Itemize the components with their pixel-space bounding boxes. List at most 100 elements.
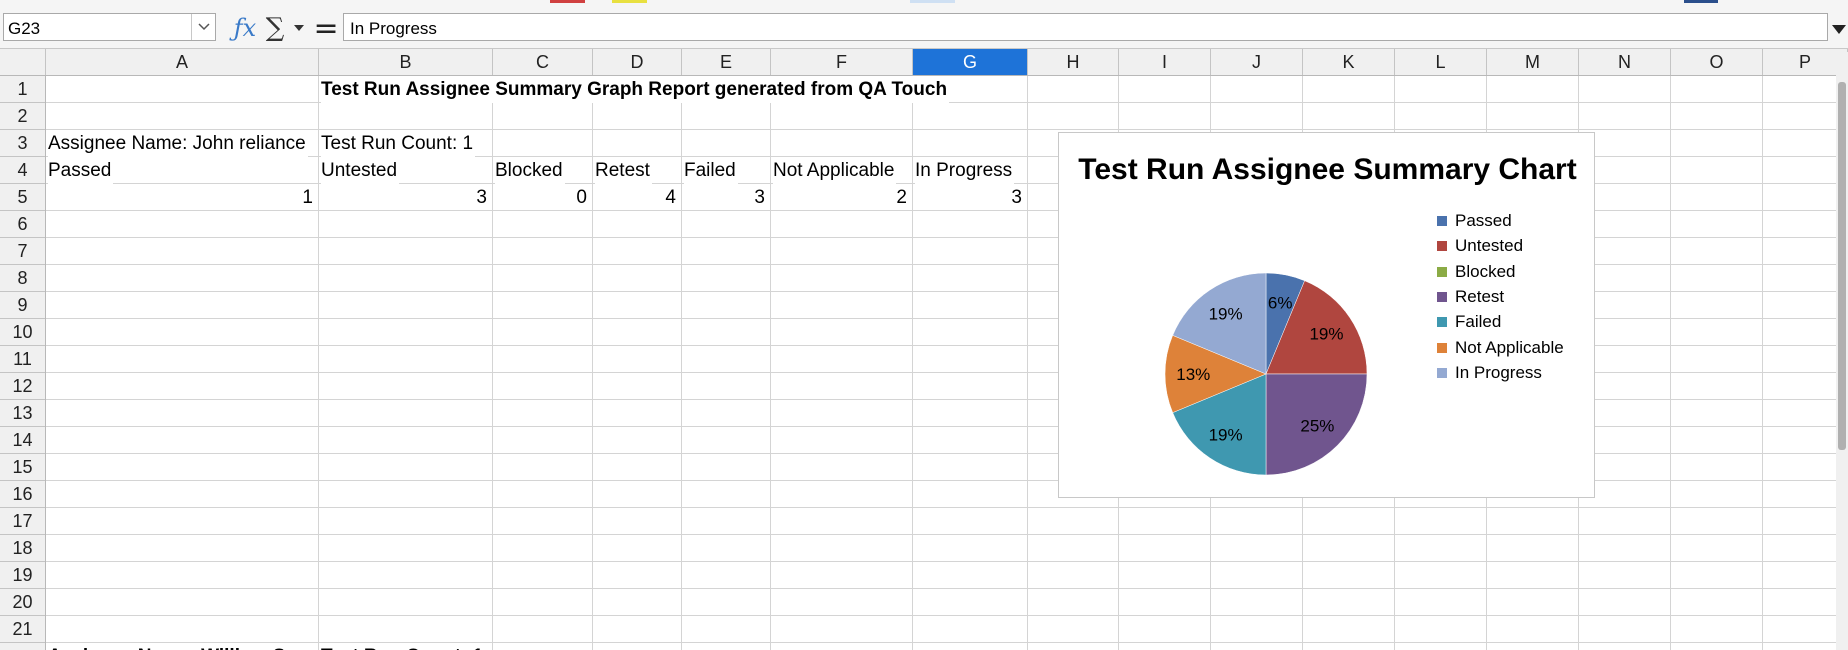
legend-swatch [1437, 216, 1447, 226]
grid-column-line [318, 76, 319, 650]
column-header-F[interactable]: F [771, 49, 913, 75]
grid-column-line [1670, 76, 1671, 650]
cell-B1[interactable]: Test Run Assignee Summary Graph Report g… [321, 76, 950, 103]
row-header-17[interactable]: 17 [0, 508, 45, 535]
toolbar-color-yellow [612, 0, 647, 3]
row-header-18[interactable]: 18 [0, 535, 45, 562]
cell-C4[interactable]: Blocked [495, 157, 565, 184]
name-box[interactable]: G23 [3, 13, 216, 41]
row-header-1[interactable]: 1 [0, 76, 45, 103]
cell-F4[interactable]: Not Applicable [773, 157, 897, 184]
cell-B22[interactable]: Test Run Count: 1 [321, 643, 486, 650]
grid-row-line [46, 561, 1848, 562]
cell-A22[interactable]: Assignee Name: William Sa [48, 643, 298, 650]
sum-dropdown-icon[interactable] [292, 14, 306, 42]
row-header-12[interactable]: 12 [0, 373, 45, 400]
row-header-7[interactable]: 7 [0, 238, 45, 265]
cell-F5[interactable]: 2 [771, 184, 907, 211]
formula-content[interactable]: In Progress [350, 19, 437, 39]
grid-row-line [46, 642, 1848, 643]
cell-G4[interactable]: In Progress [915, 157, 1015, 184]
cell-A5[interactable]: 1 [46, 184, 313, 211]
row-header-2[interactable]: 2 [0, 103, 45, 130]
column-header-G[interactable]: G [913, 49, 1028, 75]
grid-column-line [681, 76, 682, 650]
cell-G5[interactable]: 3 [913, 184, 1022, 211]
pie-data-label: 19% [1209, 305, 1243, 324]
cell-E4[interactable]: Failed [684, 157, 738, 184]
legend-label: Passed [1455, 211, 1512, 230]
pie-data-label: 6% [1268, 294, 1293, 313]
cell-D4[interactable]: Retest [595, 157, 652, 184]
column-header-A[interactable]: A [46, 49, 319, 75]
column-header-K[interactable]: K [1303, 49, 1395, 75]
legend-label: Failed [1455, 312, 1502, 332]
fx-icon[interactable]: ƒx [230, 14, 260, 42]
legend-label: Not Applicable [1455, 337, 1564, 357]
legend-item: In Progress [1437, 362, 1542, 384]
column-header-N[interactable]: N [1579, 49, 1671, 75]
grid-column-line [770, 76, 771, 650]
sum-icon[interactable]: ∑ [264, 13, 286, 43]
cell-D5[interactable]: 4 [593, 184, 676, 211]
column-header-I[interactable]: I [1119, 49, 1211, 75]
scrollbar-thumb[interactable] [1838, 82, 1846, 450]
pie-data-label: 13% [1176, 365, 1210, 384]
row-header-11[interactable]: 11 [0, 346, 45, 373]
column-header-H[interactable]: H [1028, 49, 1119, 75]
column-header-C[interactable]: C [493, 49, 593, 75]
name-box-value[interactable]: G23 [8, 19, 40, 39]
column-header-E[interactable]: E [682, 49, 771, 75]
toolbar-color-blue [1684, 0, 1718, 3]
row-header-4[interactable]: 4 [0, 157, 45, 184]
column-header-M[interactable]: M [1487, 49, 1579, 75]
row-header-16[interactable]: 16 [0, 481, 45, 508]
toolbar-button-active [910, 0, 955, 3]
row-header-15[interactable]: 15 [0, 454, 45, 481]
legend-swatch [1437, 342, 1447, 353]
column-header-L[interactable]: L [1395, 49, 1487, 75]
toolbar-color-red [550, 0, 585, 3]
expand-formula-icon[interactable] [1830, 20, 1848, 38]
pie-data-label: 19% [1309, 325, 1343, 344]
cell-B5[interactable]: 3 [319, 184, 487, 211]
column-header-B[interactable]: B [319, 49, 493, 75]
formula-input[interactable]: In Progress [343, 13, 1828, 41]
vertical-scrollbar[interactable] [1836, 52, 1848, 650]
row-header-20[interactable]: 20 [0, 589, 45, 616]
cell-B4[interactable]: Untested [321, 157, 400, 184]
row-header-9[interactable]: 9 [0, 292, 45, 319]
cell-B3[interactable]: Test Run Count: 1 [321, 130, 476, 157]
row-header-3[interactable]: 3 [0, 130, 45, 157]
toolbar-strip [0, 0, 1848, 8]
column-header-O[interactable]: O [1671, 49, 1763, 75]
legend-swatch [1437, 266, 1447, 277]
cell-A4[interactable]: Passed [48, 157, 114, 184]
row-header-21[interactable]: 21 [0, 616, 45, 643]
row-header-10[interactable]: 10 [0, 319, 45, 346]
cell-A3[interactable]: Assignee Name: John reliance [48, 130, 308, 157]
grid-row-line [46, 129, 1848, 130]
legend-label: Blocked [1455, 261, 1516, 281]
row-header-14[interactable]: 14 [0, 427, 45, 454]
pie-chart[interactable]: Test Run Assignee Summary Chart 6% 19% 25%… [1058, 132, 1595, 498]
grid-row-line [46, 615, 1848, 616]
row-header-8[interactable]: 8 [0, 265, 45, 292]
row-header-13[interactable]: 13 [0, 400, 45, 427]
pie-chart-plot: 6% 19% 25% 19% 13% 19% [1164, 272, 1368, 476]
select-all-corner[interactable] [0, 49, 46, 75]
legend-swatch [1437, 317, 1447, 328]
column-header-J[interactable]: J [1211, 49, 1303, 75]
cell-C5[interactable]: 0 [493, 184, 587, 211]
column-header-D[interactable]: D [593, 49, 682, 75]
grid-column-line [1762, 76, 1763, 650]
pie-data-label: 25% [1300, 416, 1334, 435]
equals-icon[interactable]: = [313, 11, 338, 46]
cell-E5[interactable]: 3 [682, 184, 765, 211]
row-header-19[interactable]: 19 [0, 562, 45, 589]
legend-item: Failed [1437, 311, 1501, 333]
chevron-down-icon[interactable] [191, 14, 215, 40]
row-header-6[interactable]: 6 [0, 211, 45, 238]
row-header-5[interactable]: 5 [0, 184, 45, 211]
legend-swatch [1437, 367, 1447, 378]
